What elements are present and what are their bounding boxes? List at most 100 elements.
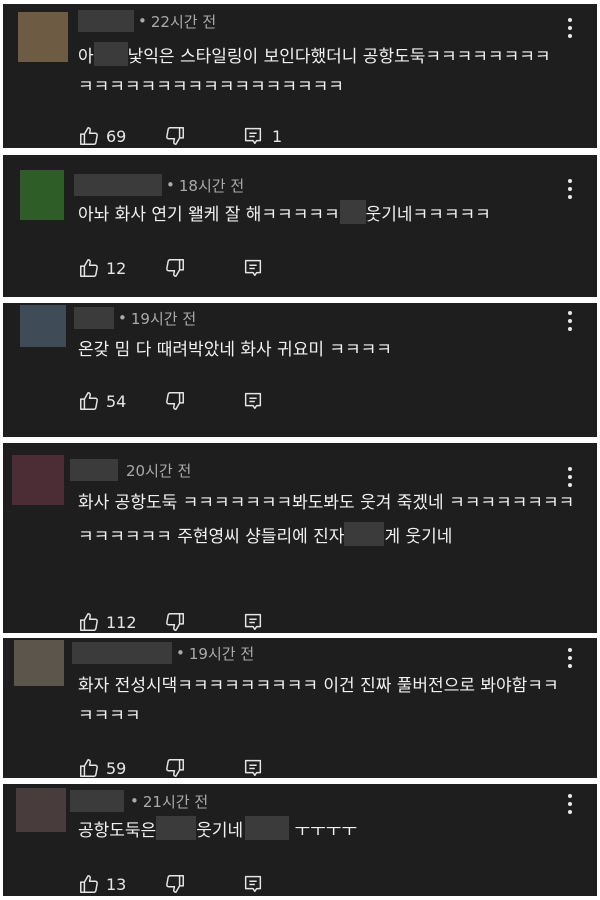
comment-meta: • 18시간 전 — [74, 174, 244, 196]
comment-text-part: ㅜㅜㅜㅜ — [294, 821, 358, 841]
comment-text-part: 아놔 화사 연기 왤케 잘 해ㅋㅋㅋㅋㅋ — [78, 205, 340, 225]
more-options-icon[interactable] — [561, 16, 579, 40]
avatar[interactable] — [14, 640, 64, 686]
thumbs-down-icon — [166, 127, 184, 145]
comment-meta: 20시간 전 — [70, 459, 191, 481]
reply-comment-icon — [244, 127, 262, 145]
comment-actions: 59 — [78, 756, 264, 778]
thumbs-down-icon — [166, 392, 184, 410]
reply-button[interactable] — [242, 611, 264, 633]
avatar[interactable] — [16, 788, 66, 832]
like-button[interactable]: 54 — [78, 390, 164, 412]
comment-timestamp[interactable]: 20시간 전 — [126, 460, 191, 481]
dislike-button[interactable] — [164, 390, 242, 412]
author-name[interactable] — [70, 790, 124, 812]
dislike-button[interactable] — [164, 757, 242, 778]
reply-button[interactable] — [242, 257, 264, 279]
avatar[interactable] — [20, 305, 66, 347]
like-count: 69 — [106, 126, 127, 146]
reply-button[interactable]: 1 — [242, 125, 282, 147]
more-options-icon[interactable] — [561, 177, 579, 201]
thumbs-up-icon — [80, 613, 98, 631]
comment-timestamp[interactable]: 19시간 전 — [189, 643, 254, 664]
comment-card: 20시간 전 화사 공항도둑 ㅋㅋㅋㅋㅋㅋㅋ봐도봐도 웃겨 죽겠네 ㅋㅋㅋㅋㅋㅋ… — [3, 443, 597, 633]
comment-card: • 21시간 전 공항도둑은 웃기네 ㅜㅜㅜㅜ 13 — [3, 784, 597, 896]
comment-meta: • 19시간 전 — [74, 307, 196, 329]
comment-text: 화사 공항도둑 ㅋㅋㅋㅋㅋㅋㅋ봐도봐도 웃겨 죽겠네 ㅋㅋㅋㅋㅋㅋㅋㅋㅋㅋㅋㅋㅋ… — [78, 486, 575, 554]
author-name[interactable] — [74, 174, 162, 196]
reply-button[interactable] — [242, 390, 264, 412]
comment-text-part: 화자 전성시댁ㅋㅋㅋㅋㅋㅋㅋㅋㅋ 이건 진짜 풀버전으로 봐야함ㅋㅋㅋㅋㅋㅋ — [78, 676, 559, 726]
comment-card: • 22시간 전 아 낯익은 스타일링이 보인다했더니 공항도둑ㅋㅋㅋㅋㅋㅋㅋㅋㅋ… — [3, 4, 597, 148]
meta-separator: • — [138, 12, 147, 30]
author-name[interactable] — [78, 10, 134, 32]
thumbs-down-icon — [166, 875, 184, 893]
like-count: 112 — [106, 612, 137, 632]
avatar[interactable] — [18, 12, 68, 62]
comment-text-part: 웃기네 — [196, 821, 244, 841]
comment-meta: • 22시간 전 — [78, 10, 216, 32]
comment-timestamp[interactable]: 19시간 전 — [131, 308, 196, 329]
comment-actions: 13 — [78, 872, 264, 896]
comment-timestamp[interactable]: 18시간 전 — [179, 175, 244, 196]
comment-actions: 12 — [78, 256, 264, 280]
comment-text: 아 낯익은 스타일링이 보인다했더니 공항도둑ㅋㅋㅋㅋㅋㅋㅋㅋㅋㅋㅋㅋㅋㅋㅋㅋㅋㅋ… — [78, 42, 561, 102]
redacted-text — [344, 522, 385, 546]
like-button[interactable]: 13 — [78, 873, 164, 895]
thumbs-down-icon — [166, 259, 184, 277]
dislike-button[interactable] — [164, 611, 242, 633]
comment-timestamp[interactable]: 22시간 전 — [151, 11, 216, 32]
like-button[interactable]: 69 — [78, 125, 164, 147]
comment-text: 공항도둑은 웃기네 ㅜㅜㅜㅜ — [78, 816, 561, 846]
thumbs-down-icon — [166, 759, 184, 777]
more-options-icon[interactable] — [561, 309, 579, 333]
dislike-button[interactable] — [164, 125, 242, 147]
comment-actions: 112 — [78, 610, 264, 633]
like-count: 13 — [106, 874, 127, 894]
like-button[interactable]: 12 — [78, 257, 164, 279]
comment-text-part: 공항도둑은 — [78, 821, 157, 841]
dislike-button[interactable] — [164, 873, 242, 895]
reply-button[interactable] — [242, 757, 264, 778]
meta-separator: • — [118, 309, 127, 327]
comment-text-part: 웃기네ㅋㅋㅋㅋㅋ — [365, 205, 491, 225]
avatar[interactable] — [12, 455, 64, 505]
redacted-text — [156, 816, 197, 840]
comment-meta: • 19시간 전 — [72, 642, 254, 664]
like-count: 54 — [106, 391, 127, 411]
more-options-icon[interactable] — [561, 646, 579, 670]
meta-separator: • — [130, 792, 139, 810]
reply-button[interactable] — [242, 873, 264, 895]
comment-actions: 54 — [78, 389, 264, 413]
comment-text-part: 화사 공항도둑 ㅋㅋㅋㅋㅋㅋㅋ봐도봐도 웃겨 죽겠네 ㅋㅋㅋㅋㅋㅋㅋㅋㅋㅋㅋㅋㅋ… — [78, 493, 575, 547]
like-count: 12 — [106, 258, 127, 278]
author-name[interactable] — [72, 642, 172, 664]
comment-text: 아놔 화사 연기 왤케 잘 해ㅋㅋㅋㅋㅋ 웃기네ㅋㅋㅋㅋㅋ — [78, 200, 561, 230]
more-options-icon[interactable] — [561, 792, 579, 816]
comment-timestamp[interactable]: 21시간 전 — [143, 791, 208, 812]
meta-separator: • — [166, 176, 175, 194]
dislike-button[interactable] — [164, 257, 242, 279]
comment-text-part: 온갖 밈 다 때려박았네 화사 귀요미 ㅋㅋㅋㅋ — [78, 340, 392, 360]
avatar[interactable] — [20, 170, 64, 220]
redacted-text — [245, 816, 290, 840]
comment-actions: 69 1 — [78, 124, 282, 148]
reply-comment-icon — [244, 759, 262, 777]
thumbs-down-icon — [166, 613, 184, 631]
author-name[interactable] — [74, 307, 114, 329]
comment-text: 화자 전성시댁ㅋㅋㅋㅋㅋㅋㅋㅋㅋ 이건 진짜 풀버전으로 봐야함ㅋㅋㅋㅋㅋㅋ — [78, 671, 567, 731]
like-count: 59 — [106, 758, 127, 778]
like-button[interactable]: 59 — [78, 757, 164, 778]
reply-count: 1 — [272, 126, 283, 146]
thumbs-up-icon — [80, 875, 98, 893]
comment-text-part: 게 웃기네 — [384, 527, 453, 547]
author-name[interactable] — [70, 459, 118, 481]
comment-text: 온갖 밈 다 때려박았네 화사 귀요미 ㅋㅋㅋㅋ — [78, 335, 561, 365]
thumbs-up-icon — [80, 259, 98, 277]
reply-comment-icon — [244, 392, 262, 410]
comment-card: • 19시간 전 화자 전성시댁ㅋㅋㅋㅋㅋㅋㅋㅋㅋ 이건 진짜 풀버전으로 봐야… — [3, 638, 597, 778]
comment-card: • 18시간 전 아놔 화사 연기 왤케 잘 해ㅋㅋㅋㅋㅋ 웃기네ㅋㅋㅋㅋㅋ 12 — [3, 155, 597, 297]
redacted-text — [93, 42, 128, 66]
thumbs-up-icon — [80, 759, 98, 777]
like-button[interactable]: 112 — [78, 611, 164, 633]
